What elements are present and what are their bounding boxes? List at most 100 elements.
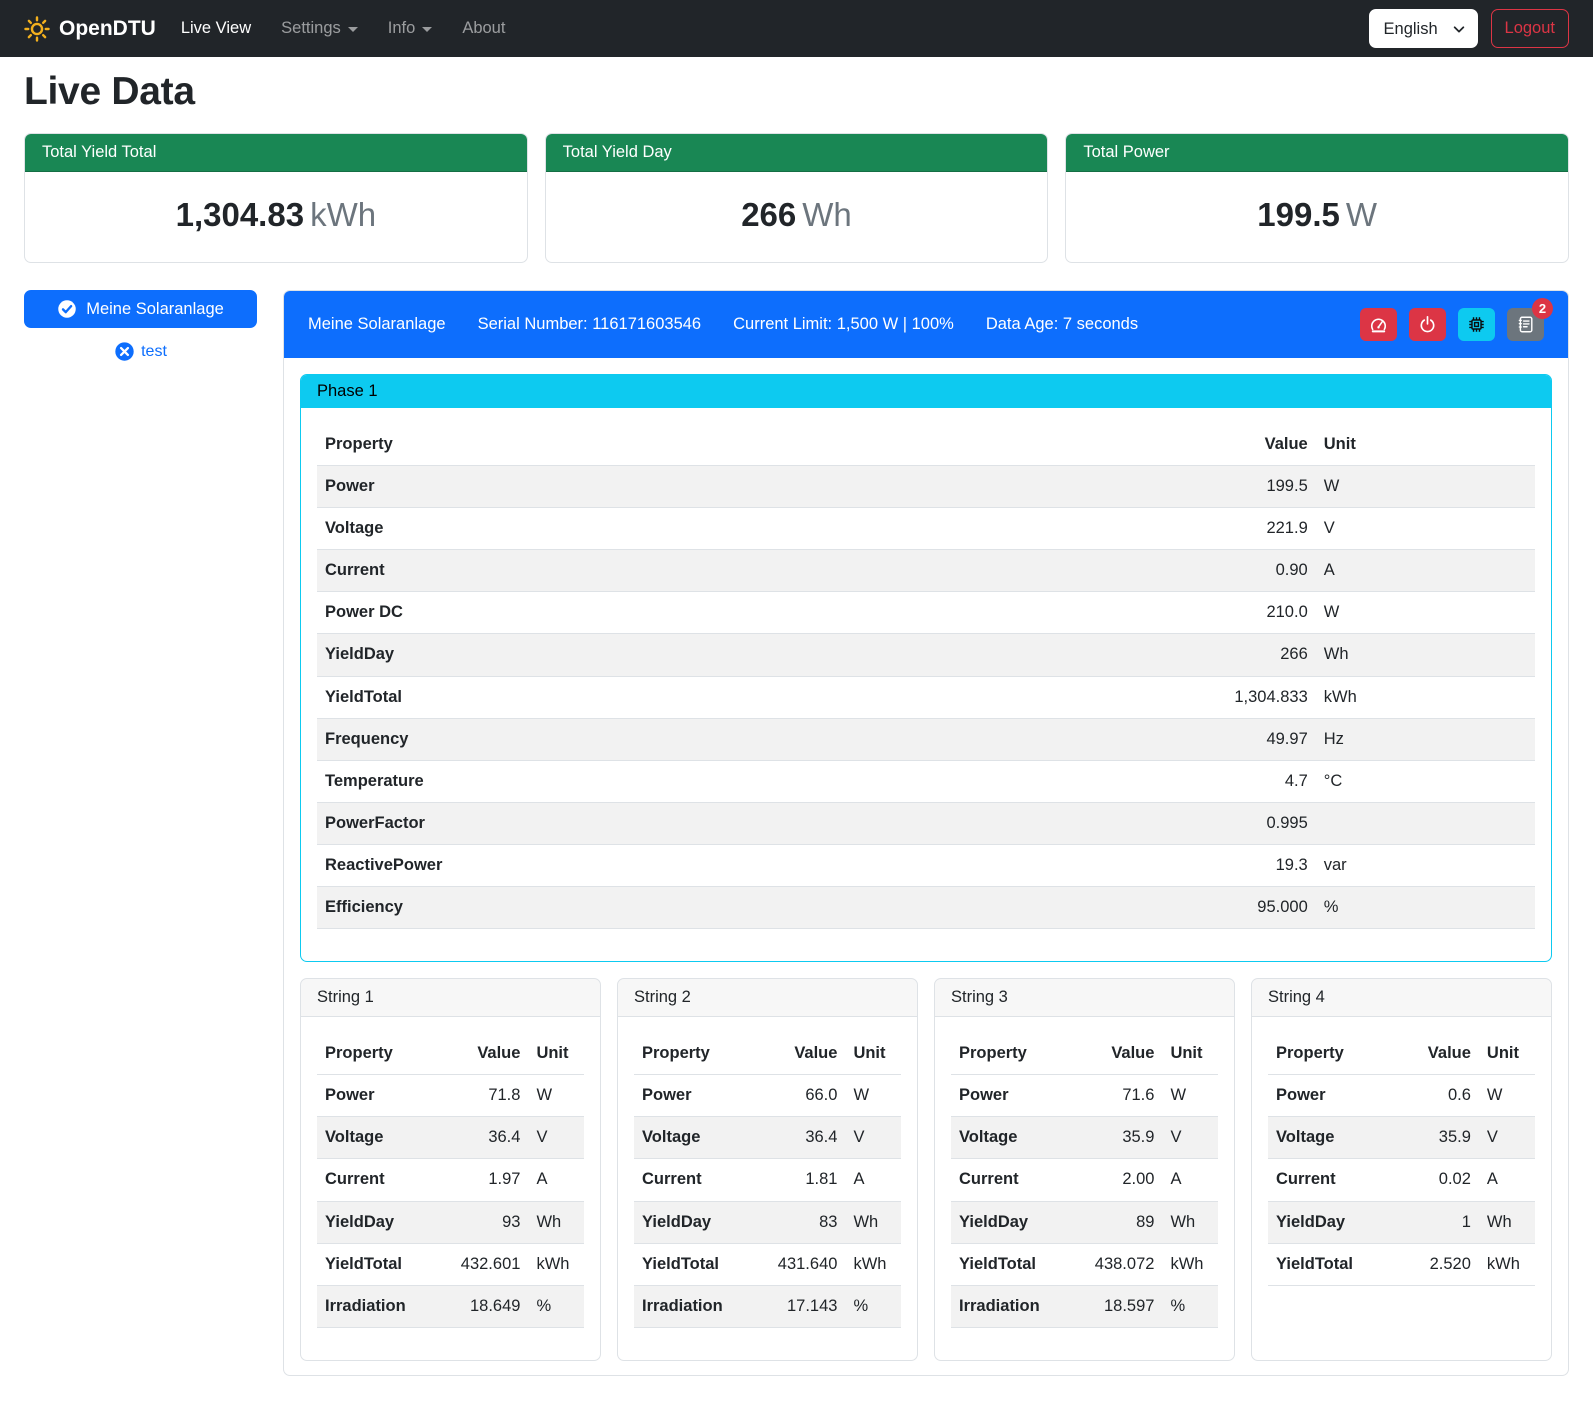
column-header-unit: Unit	[1316, 424, 1535, 466]
property-cell: Efficiency	[317, 887, 1170, 929]
inverter-header: Meine Solaranlage Serial Number: 1161716…	[284, 291, 1568, 358]
value-cell: 221.9	[1170, 508, 1316, 550]
inverter-name: Meine Solaranlage	[308, 315, 446, 334]
property-cell: Voltage	[951, 1117, 1087, 1159]
nav-item-settings[interactable]: Settings	[266, 11, 373, 46]
unit-cell: Hz	[1316, 718, 1535, 760]
unit-cell: %	[1162, 1285, 1218, 1327]
table-row: YieldTotal432.601kWh	[317, 1243, 584, 1285]
value-cell: 266	[1170, 634, 1316, 676]
table-row: Power66.0W	[634, 1075, 901, 1117]
unit-cell: A	[1162, 1159, 1218, 1201]
property-cell: Irradiation	[317, 1285, 453, 1327]
property-cell: Current	[634, 1159, 770, 1201]
value-cell: 210.0	[1170, 592, 1316, 634]
check-circle-icon	[57, 299, 77, 319]
unit-cell: V	[528, 1117, 584, 1159]
table-row: YieldTotal1,304.833kWh	[317, 676, 1535, 718]
property-cell: Power	[634, 1075, 770, 1117]
inverter-select-meine-solaranlage[interactable]: Meine Solaranlage	[24, 290, 257, 328]
event-log-button[interactable]: 2	[1507, 308, 1544, 341]
table-row: Current2.00A	[951, 1159, 1218, 1201]
unit-cell: kWh	[528, 1243, 584, 1285]
unit-cell: A	[528, 1159, 584, 1201]
unit-cell: Wh	[1162, 1201, 1218, 1243]
property-cell: Frequency	[317, 718, 1170, 760]
property-cell: YieldDay	[317, 634, 1170, 676]
power-toggle-button[interactable]	[1409, 308, 1446, 341]
value-cell: 199.5	[1170, 466, 1316, 508]
unit-cell: Wh	[1479, 1201, 1535, 1243]
value-cell: 1.97	[453, 1159, 529, 1201]
column-header-property: Property	[317, 424, 1170, 466]
logout-button[interactable]: Logout	[1491, 9, 1569, 48]
table-row: Current0.90A	[317, 550, 1535, 592]
table-header-row: Property Value Unit	[634, 1033, 901, 1075]
data-age-label: Data Age: 7 seconds	[986, 315, 1138, 334]
table-row: Current1.97A	[317, 1159, 584, 1201]
nav-item-about[interactable]: About	[447, 11, 520, 46]
table-row: Voltage35.9V	[951, 1117, 1218, 1159]
table-row: Power0.6W	[1268, 1075, 1535, 1117]
unit-cell: W	[1162, 1075, 1218, 1117]
unit-cell: var	[1316, 844, 1535, 886]
string-2-card: String 2 Property Value Unit	[617, 978, 918, 1361]
property-cell: YieldTotal	[951, 1243, 1087, 1285]
table-row: YieldDay89Wh	[951, 1201, 1218, 1243]
serial-number-label: Serial Number: 116171603546	[478, 315, 702, 334]
sun-icon	[24, 16, 50, 42]
speedometer-icon	[1369, 315, 1388, 334]
unit-cell: °C	[1316, 760, 1535, 802]
table-row: YieldTotal438.072kWh	[951, 1243, 1218, 1285]
inverter-select-test[interactable]: test	[24, 341, 257, 362]
value-cell: 36.4	[770, 1117, 846, 1159]
property-cell: YieldDay	[951, 1201, 1087, 1243]
property-cell: Voltage	[317, 508, 1170, 550]
table-row: Power199.5W	[317, 466, 1535, 508]
table-row: YieldDay1Wh	[1268, 1201, 1535, 1243]
value-cell: 0.02	[1407, 1159, 1479, 1201]
table-row: Frequency49.97Hz	[317, 718, 1535, 760]
brand-link[interactable]: OpenDTU	[24, 16, 156, 42]
column-header-value: Value	[1170, 424, 1316, 466]
string-1-table: Property Value Unit Power71.8WVoltage36.…	[317, 1033, 584, 1328]
nav-item-live-view[interactable]: Live View	[166, 11, 266, 46]
column-header-property: Property	[951, 1033, 1087, 1075]
total-yield-day-card: Total Yield Day 266Wh	[545, 133, 1049, 263]
table-row: YieldDay266Wh	[317, 634, 1535, 676]
value-cell: 36.4	[453, 1117, 529, 1159]
table-row: YieldTotal2.520kWh	[1268, 1243, 1535, 1285]
column-header-value: Value	[770, 1033, 846, 1075]
card-title: Total Power	[1066, 134, 1568, 172]
nav-item-info[interactable]: Info	[373, 11, 448, 46]
property-cell: YieldDay	[1268, 1201, 1407, 1243]
limit-settings-button[interactable]	[1360, 308, 1397, 341]
table-row: Voltage35.9V	[1268, 1117, 1535, 1159]
unit-cell: A	[1316, 550, 1535, 592]
unit-cell: W	[845, 1075, 901, 1117]
table-row: Voltage36.4V	[634, 1117, 901, 1159]
value-cell: 2.00	[1087, 1159, 1163, 1201]
table-row: YieldDay93Wh	[317, 1201, 584, 1243]
property-cell: YieldTotal	[634, 1243, 770, 1285]
property-cell: Temperature	[317, 760, 1170, 802]
string-3-table: Property Value Unit Power71.6WVoltage35.…	[951, 1033, 1218, 1328]
property-cell: Power DC	[317, 592, 1170, 634]
nav-right: English Logout	[1369, 9, 1569, 48]
string-2-table: Property Value Unit Power66.0WVoltage36.…	[634, 1033, 901, 1328]
unit-cell: V	[1162, 1117, 1218, 1159]
value-cell: 2.520	[1407, 1243, 1479, 1285]
unit-cell: W	[1316, 592, 1535, 634]
language-select[interactable]: English	[1369, 9, 1478, 48]
property-cell: Irradiation	[634, 1285, 770, 1327]
unit-cell: Wh	[1316, 634, 1535, 676]
column-header-unit: Unit	[845, 1033, 901, 1075]
table-row: Current0.02A	[1268, 1159, 1535, 1201]
chevron-down-icon	[422, 27, 432, 32]
device-info-button[interactable]	[1458, 308, 1495, 341]
value-cell: 71.6	[1087, 1075, 1163, 1117]
column-header-property: Property	[317, 1033, 453, 1075]
string-title: String 4	[1252, 979, 1551, 1017]
unit-cell: W	[1479, 1075, 1535, 1117]
property-cell: Current	[317, 550, 1170, 592]
